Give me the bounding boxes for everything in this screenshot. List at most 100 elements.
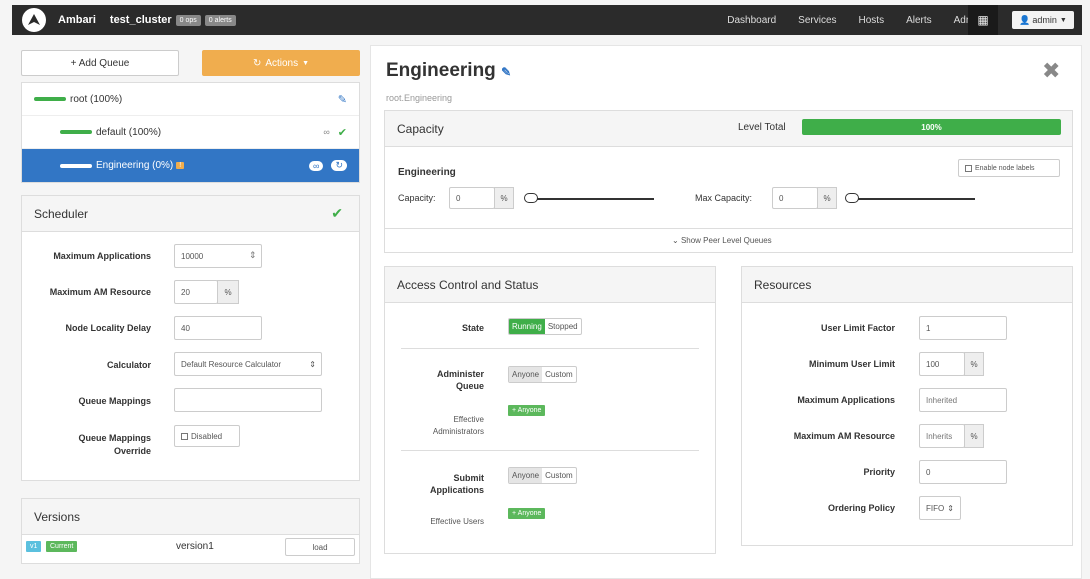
enable-node-labels-text: Enable node labels: [975, 164, 1035, 172]
submit-line2: Applications: [429, 485, 484, 495]
ops-badge[interactable]: 0 ops: [175, 14, 201, 26]
nav-dashboard[interactable]: Dashboard: [727, 15, 776, 26]
add-queue-button[interactable]: + Add Queue: [21, 50, 179, 76]
stopped-option[interactable]: Stopped: [545, 319, 581, 334]
locality-input[interactable]: 40: [174, 316, 262, 340]
submit-line1: Submit: [453, 473, 485, 483]
version-row: v1 Current version1 load: [22, 535, 359, 563]
chevron-down-icon: ⌄: [672, 236, 679, 245]
capacity-slider-handle[interactable]: [524, 193, 538, 203]
anyone-option[interactable]: Anyone: [509, 468, 543, 483]
max-capacity-slider-track[interactable]: [847, 198, 975, 200]
panel-title: Scheduler: [34, 206, 89, 221]
custom-option[interactable]: Custom: [542, 468, 576, 483]
max-am-resource-input[interactable]: [919, 424, 965, 448]
capacity-input[interactable]: 0: [449, 187, 495, 209]
panel-header: Resources: [742, 267, 1072, 303]
max-capacity-label: Max Capacity:: [695, 193, 753, 203]
administer-queue-label: Administer Queue: [344, 368, 484, 392]
submit-toggle[interactable]: Anyone Custom: [508, 467, 577, 484]
versions-panel: Versions v1 Current version1 load: [21, 498, 360, 564]
panel-title: Access Control and Status: [397, 277, 539, 292]
max-applications-input[interactable]: [919, 388, 1007, 412]
cluster-name[interactable]: test_cluster: [110, 14, 172, 26]
link-icon: ∞: [323, 127, 330, 137]
ambari-logo-icon[interactable]: [22, 8, 46, 32]
queue-item-root[interactable]: root (100%) ✎: [22, 83, 359, 116]
override-toggle[interactable]: Disabled: [174, 425, 240, 447]
level-total-bar: 100%: [802, 119, 1061, 135]
user-name: admin: [1032, 15, 1057, 25]
capacity-bar: [34, 97, 66, 101]
caret-down-icon: ▼: [302, 59, 310, 67]
max-capacity-slider-handle[interactable]: [845, 193, 859, 203]
queue-label: default (100%): [96, 126, 162, 138]
administer-toggle[interactable]: Anyone Custom: [508, 366, 577, 383]
enable-node-labels[interactable]: Enable node labels: [958, 159, 1060, 177]
level-total-value: 100%: [921, 122, 942, 132]
state-label: State: [461, 323, 484, 333]
brand-name[interactable]: Ambari: [58, 14, 96, 26]
custom-option[interactable]: Custom: [542, 367, 576, 382]
override-label: Queue Mappings Override: [21, 432, 151, 458]
effective-admins-line1: Effective: [453, 415, 484, 424]
override-label-line1: Queue Mappings: [78, 433, 151, 443]
select-arrows-icon: ⇕: [947, 503, 954, 513]
load-button[interactable]: load: [285, 538, 355, 556]
refresh-icon[interactable]: ↻: [331, 160, 347, 171]
capacity-slider-track[interactable]: [526, 198, 654, 200]
plus-icon: +: [512, 407, 517, 414]
priority-label: Priority: [863, 467, 895, 477]
nav-alerts[interactable]: Alerts: [906, 15, 932, 26]
show-peer-queues-link[interactable]: ⌄ Show Peer Level Queues: [672, 236, 772, 245]
max-applications-label: Maximum Applications: [797, 395, 895, 405]
state-toggle[interactable]: Running Stopped: [508, 318, 582, 335]
queue-label: root (100%): [70, 93, 123, 105]
link-icon[interactable]: ∞: [309, 160, 324, 171]
effective-admins-label: Effective Administrators: [344, 414, 484, 438]
actions-button[interactable]: ↻ Actions ▼: [202, 50, 360, 76]
calculator-value: Default Resource Calculator: [181, 359, 282, 369]
max-am-resource-label: Maximum AM Resource: [793, 431, 895, 441]
mappings-input[interactable]: [174, 388, 322, 412]
plus-icon: +: [512, 510, 517, 517]
percent-addon: %: [217, 280, 239, 304]
panel-header: Versions: [22, 499, 359, 535]
max-am-input[interactable]: 20: [174, 280, 218, 304]
user-menu-button[interactable]: 👤 admin ▼: [1012, 11, 1074, 29]
actions-label: Actions: [265, 57, 299, 69]
calculator-label: Calculator: [106, 360, 151, 370]
views-grid-icon[interactable]: ▦: [968, 5, 998, 35]
max-apps-label: Maximum Applications: [53, 251, 151, 261]
queue-item-default[interactable]: default (100%) ∞ ✔: [22, 116, 359, 149]
user-icon: 👤: [1019, 14, 1031, 25]
level-total-label: Level Total: [738, 122, 786, 133]
edit-icon[interactable]: ✎: [501, 65, 511, 79]
nav-hosts[interactable]: Hosts: [859, 15, 885, 26]
close-icon[interactable]: ✖: [1042, 58, 1060, 84]
alerts-badge[interactable]: 0 alerts: [204, 14, 236, 26]
max-am-label: Maximum AM Resource: [49, 287, 151, 297]
anyone-badge: + Anyone: [508, 508, 546, 519]
spinner-icon[interactable]: ⇕: [249, 250, 257, 261]
mappings-label: Queue Mappings: [78, 396, 151, 406]
percent-addon: %: [494, 187, 514, 209]
max-capacity-input[interactable]: 0: [772, 187, 818, 209]
level-total-fill: 100%: [802, 119, 1061, 135]
percent-addon: %: [964, 352, 984, 376]
panel-header: Scheduler ✔: [22, 196, 359, 232]
priority-input[interactable]: 0: [919, 460, 1007, 484]
nav-links: Dashboard Services Hosts Alerts Admin: [705, 5, 982, 35]
ordering-policy-select[interactable]: FIFO ⇕: [919, 496, 961, 520]
edit-pencil-icon[interactable]: ✎: [338, 93, 347, 106]
administer-line1: Administer: [436, 369, 484, 379]
nav-services[interactable]: Services: [798, 15, 836, 26]
min-user-limit-input[interactable]: 100: [919, 352, 965, 376]
panel-title: Resources: [754, 277, 812, 292]
user-limit-factor-input[interactable]: 1: [919, 316, 1007, 340]
queue-item-engineering[interactable]: Engineering (0%) ! ∞ ↻: [22, 149, 359, 182]
anyone-option[interactable]: Anyone: [509, 367, 543, 382]
effective-users-label: Effective Users: [430, 517, 484, 526]
calculator-select[interactable]: Default Resource Calculator ⇕: [174, 352, 322, 376]
running-option[interactable]: Running: [509, 319, 545, 334]
